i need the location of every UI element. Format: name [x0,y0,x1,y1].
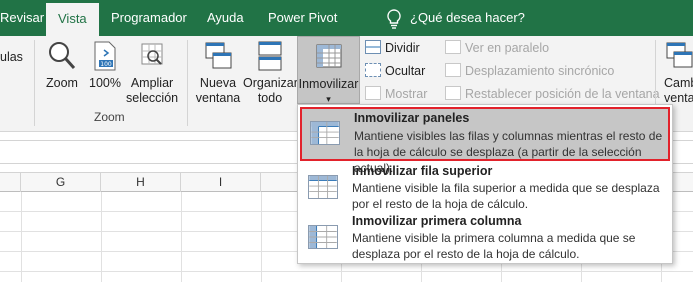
freeze-first-column-icon [308,225,338,249]
arrange-all-label-2: todo [257,91,283,105]
new-window-label-1: Nueva [199,76,237,90]
reset-window-position-label: Restablecer posición de la ventana [465,87,660,101]
group-separator [34,40,35,126]
reset-position-icon [445,86,461,100]
freeze-top-row-icon [308,175,338,199]
freeze-panes-inner: Inmovilizar ▾ [298,41,359,107]
view-side-by-side-label: Ver en paralelo [465,41,550,55]
reset-window-position-button[interactable]: Restablecer posición de la ventana [445,84,660,104]
zoom-selection-icon [141,43,163,65]
tab-power-pivot[interactable]: Power Pivot [268,0,337,36]
column-header-g[interactable]: G [21,173,101,192]
arrange-all-label-1: Organizar [243,76,298,90]
tab-revisar[interactable]: Revisar [0,0,44,36]
freeze-panes-title: Inmovilizar paneles [354,111,470,125]
freeze-panes-icon [316,44,341,68]
zoom-to-selection-button[interactable]: Ampliar selección [126,40,178,106]
split-label: Dividir [385,41,420,55]
freeze-panes-button[interactable]: Inmovilizar ▾ [297,36,360,104]
zoom-selection-label-1: Ampliar [130,76,174,90]
zoom-label: Zoom [46,76,78,90]
freeze-panes-label: Inmovilizar [298,77,359,91]
lightbulb-icon[interactable] [386,9,402,29]
tell-me-search[interactable]: ¿Qué desea hacer? [410,0,525,36]
group-separator [187,40,188,126]
arrange-all-icon [258,41,282,71]
new-window-label-2: ventana [195,91,241,105]
freeze-first-column-title: Inmovilizar primera columna [352,214,522,228]
freeze-panes-icon [310,121,340,145]
tab-ayuda[interactable]: Ayuda [207,0,244,36]
column-header-i[interactable]: I [181,173,261,192]
zoom-100-icon: 100 [94,41,116,71]
freeze-panes-menu: Inmovilizar paneles Mantiene visibles la… [297,104,673,264]
side-by-side-icon [445,40,461,54]
synchronous-scrolling-button[interactable]: Desplazamiento sincrónico [445,61,614,81]
magnifier-icon [49,42,76,70]
zoom-100-button[interactable]: 100 100% [87,40,123,91]
new-window-button[interactable]: Nueva ventana [194,40,242,106]
switch-windows-label-1: Camb [664,76,693,90]
hide-label: Ocultar [385,64,426,78]
zoom-selection-label-2: selección [126,91,179,105]
unhide-button[interactable]: Mostrar [365,84,427,104]
switch-windows-button[interactable]: Camb venta [664,40,693,106]
hide-button[interactable]: Ocultar [365,61,425,81]
unhide-window-icon [365,86,381,100]
synchronous-scrolling-label: Desplazamiento sincrónico [465,64,615,78]
unhide-label: Mostrar [385,87,428,101]
arrange-all-button[interactable]: Organizar todo [243,40,298,106]
view-side-by-side-button[interactable]: Ver en paralelo [445,38,549,58]
ribbon-tab-bar: Revisar Vista Programador Ayuda Power Pi… [0,0,693,36]
freeze-first-column-description: Mantiene visible la primera columna a me… [352,231,636,261]
sync-scroll-icon [445,63,461,77]
column-header-prev[interactable] [0,173,21,192]
freeze-top-row-description: Mantiene visible la fila superior a medi… [352,181,660,211]
svg-text:100: 100 [100,61,112,68]
switch-windows-icon [666,42,693,68]
tab-programador[interactable]: Programador [111,0,187,36]
hide-window-icon [365,63,381,77]
zoom-100-label: 100% [89,76,121,90]
menu-item-freeze-panes[interactable]: Inmovilizar paneles Mantiene visibles la… [300,107,670,175]
formulas-checkbox-label[interactable]: ulas [0,50,23,65]
tab-vista[interactable]: Vista [46,3,99,36]
column-header-h[interactable]: H [101,173,181,192]
split-icon [365,40,381,54]
zoom-button[interactable]: Zoom [42,40,82,91]
zoom-group-label: Zoom [94,110,125,124]
new-window-icon [205,42,232,69]
split-button[interactable]: Dividir [365,38,420,58]
menu-item-freeze-top-row[interactable]: Inmovilizar fila superior Mantiene visib… [300,163,670,213]
menu-item-freeze-first-column[interactable]: Inmovilizar primera columna Mantiene vis… [300,213,670,263]
freeze-top-row-title: Inmovilizar fila superior [352,164,493,178]
